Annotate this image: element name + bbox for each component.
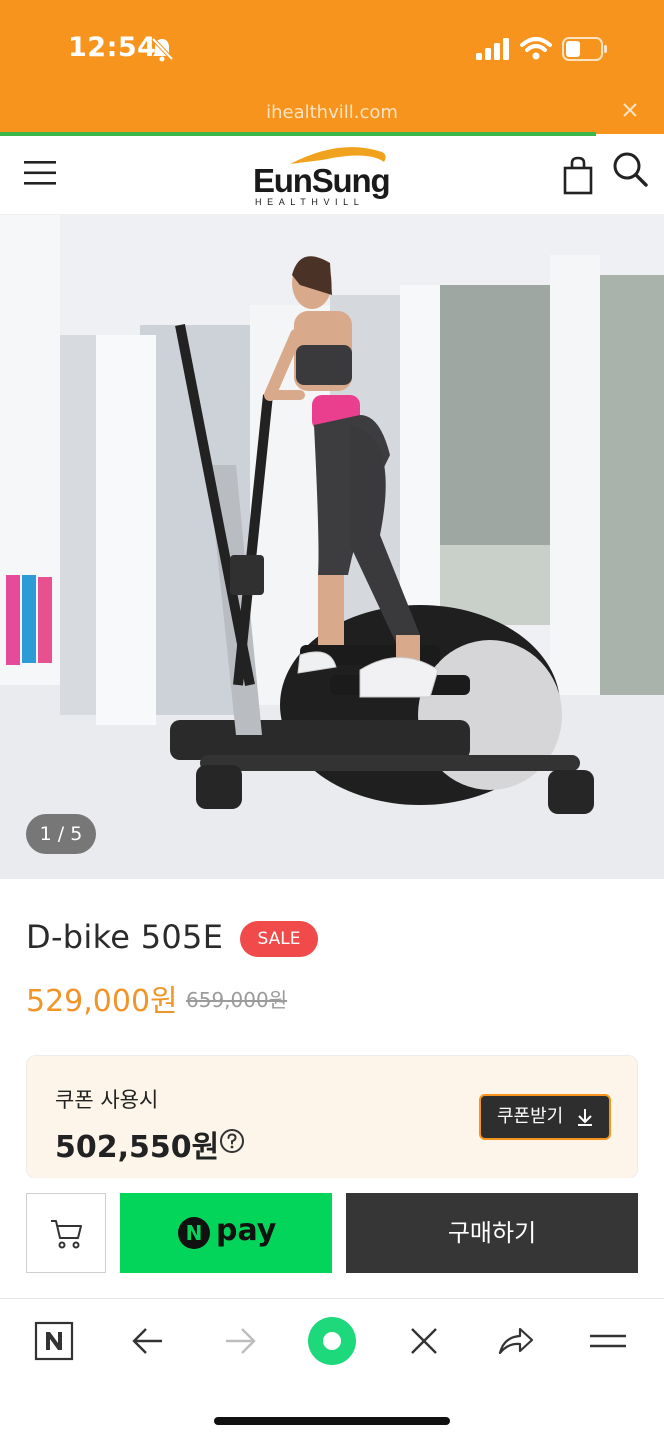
image-counter: 1 / 5 — [26, 814, 96, 854]
sale-price: 529,000원 — [26, 984, 178, 1019]
status-time: 12:54 — [68, 32, 157, 63]
browser-toolbar — [0, 1298, 664, 1440]
coupon-box: 쿠폰 사용시 502,550원 쿠폰받기 — [26, 1055, 638, 1179]
svg-text:HEALTHVILL: HEALTHVILL — [255, 197, 364, 207]
close-icon[interactable] — [620, 100, 640, 120]
address-bar-url[interactable]: ihealthvill.com — [0, 102, 664, 123]
back-icon[interactable] — [128, 1321, 168, 1361]
help-icon[interactable] — [219, 1128, 245, 1154]
npay-label: pay — [216, 1213, 277, 1248]
original-price: 659,000원 — [186, 988, 288, 1012]
product-title: D-bike 505E — [26, 918, 224, 956]
npay-button[interactable]: N pay — [120, 1193, 332, 1273]
home-indicator — [214, 1417, 450, 1425]
menu-icon[interactable] — [588, 1321, 628, 1361]
purchase-bar: N pay 구매하기 — [0, 1178, 664, 1298]
menu-icon[interactable] — [24, 160, 58, 186]
bell-slash-icon — [151, 37, 174, 62]
battery-icon — [562, 37, 607, 61]
coupon-price: 502,550원 — [55, 1130, 220, 1165]
search-icon[interactable] — [610, 150, 650, 190]
product-image[interactable] — [0, 215, 664, 879]
add-to-cart-button[interactable] — [26, 1193, 106, 1273]
forward-icon[interactable] — [220, 1321, 260, 1361]
signal-icon — [476, 38, 509, 60]
site-header: EunSung HEALTHVILL — [0, 136, 664, 215]
share-icon[interactable] — [496, 1321, 536, 1361]
svg-text:EunSung: EunSung — [253, 162, 389, 199]
download-icon — [578, 1109, 592, 1126]
naver-icon[interactable] — [34, 1321, 74, 1361]
npay-logo: N — [178, 1217, 210, 1249]
close-icon[interactable] — [404, 1321, 444, 1361]
status-and-url-bar: 12:54 ihealthvill.com — [0, 0, 664, 136]
buy-now-button[interactable]: 구매하기 — [346, 1193, 638, 1273]
coupon-label: 쿠폰 사용시 — [55, 1088, 159, 1112]
cart-icon — [51, 1220, 82, 1249]
wifi-icon — [520, 37, 552, 60]
sale-badge: SALE — [240, 921, 318, 957]
logo[interactable]: EunSung HEALTHVILL — [250, 142, 420, 208]
product-photo-illustration — [0, 215, 664, 879]
shopping-bag-icon[interactable] — [562, 156, 596, 196]
green-dot-icon[interactable] — [306, 1315, 358, 1367]
get-coupon-button[interactable]: 쿠폰받기 — [479, 1094, 611, 1140]
get-coupon-label: 쿠폰받기 — [497, 1106, 564, 1127]
